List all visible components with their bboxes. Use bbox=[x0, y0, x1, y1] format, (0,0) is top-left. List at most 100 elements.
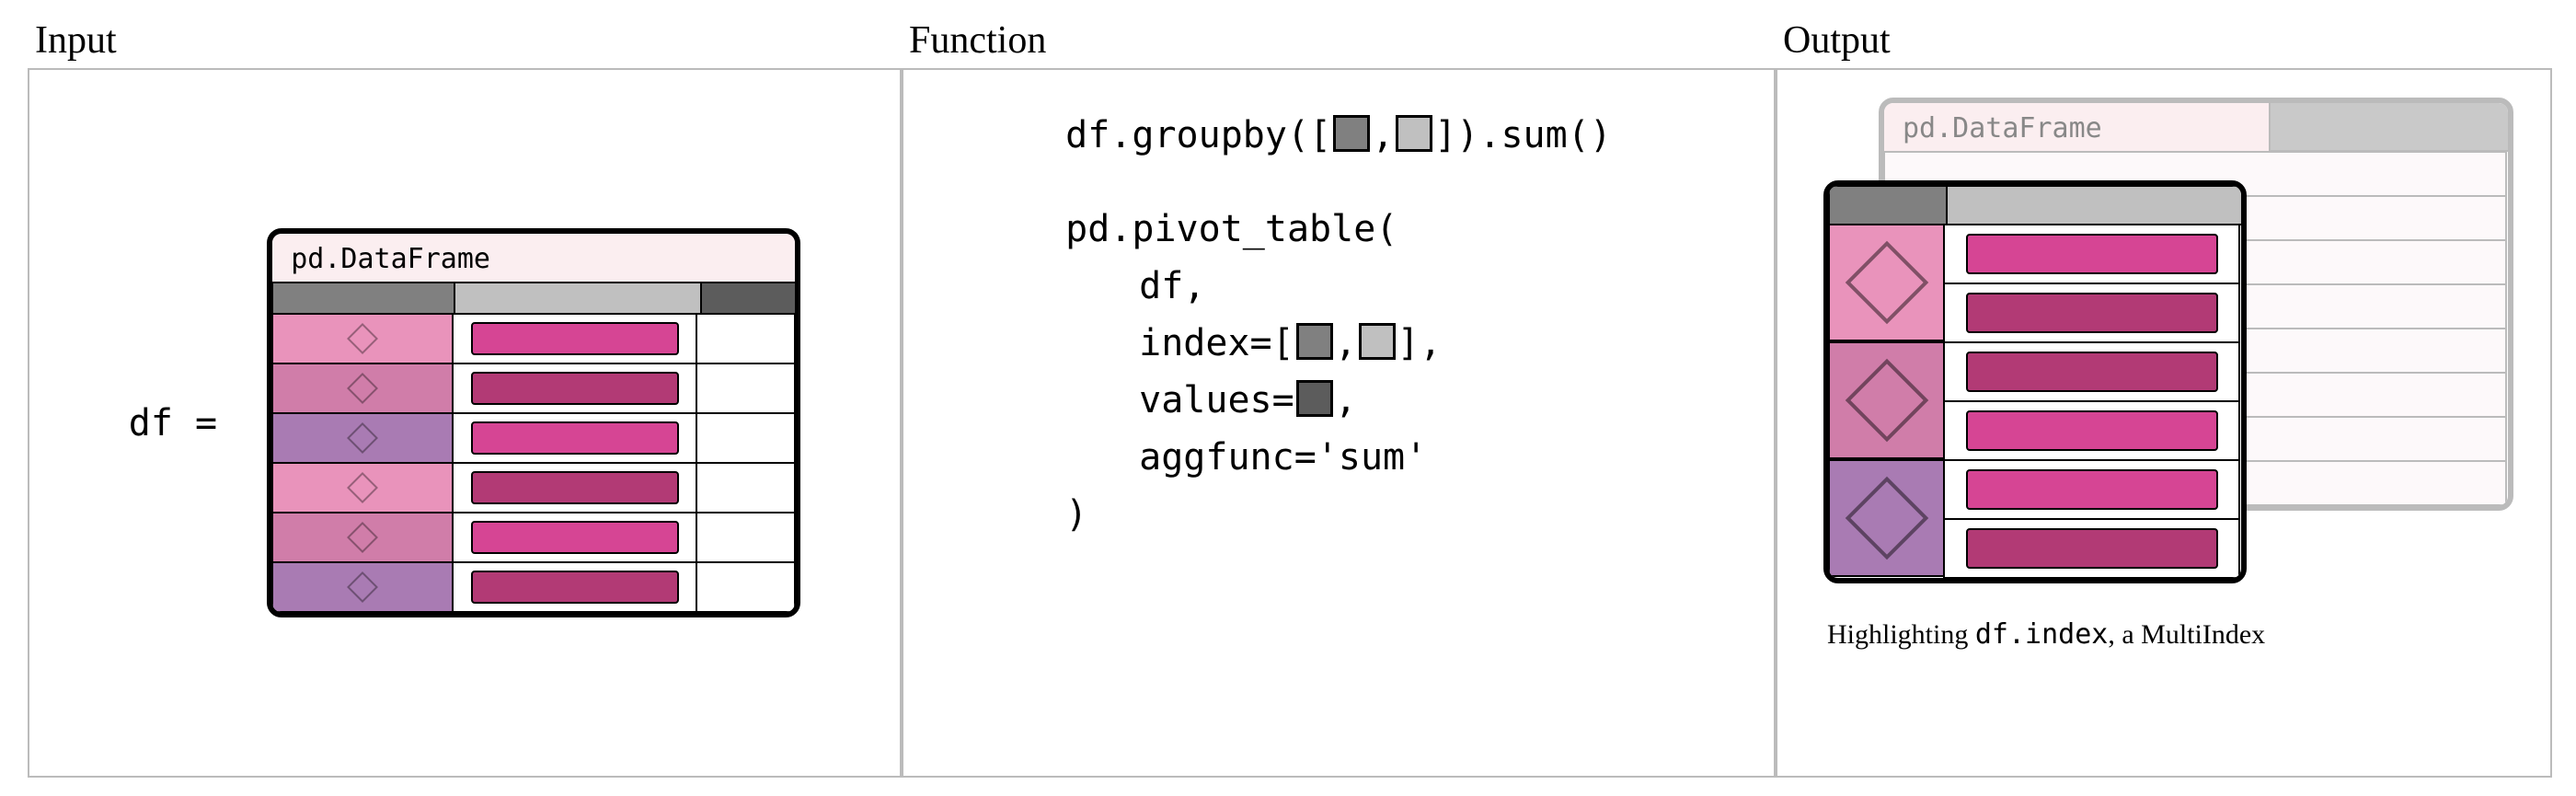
value-chip bbox=[1966, 293, 2218, 332]
column-placeholder-icon bbox=[1359, 323, 1396, 360]
row-extra-cell bbox=[696, 512, 796, 563]
function-panel: Function df.groupby([ , ]).sum() pd.pivo… bbox=[902, 18, 1776, 778]
table-row bbox=[272, 562, 795, 612]
diagram-container: Input df = pd.DataFrame bbox=[28, 18, 2548, 778]
column-header-2 bbox=[700, 282, 800, 315]
code-text: df, bbox=[1139, 258, 1205, 315]
output-panel: Output pd.DataFrame bbox=[1776, 18, 2552, 778]
row-extra-cell bbox=[696, 462, 796, 513]
value-chip bbox=[471, 372, 679, 405]
code-text: index=[ bbox=[1139, 315, 1294, 372]
table-row bbox=[272, 463, 795, 513]
multiindex-value-cell bbox=[1943, 518, 2240, 579]
caption-pre: Highlighting bbox=[1827, 619, 1975, 650]
multiindex-group-cell bbox=[1828, 459, 1945, 577]
multiindex-value-cell bbox=[1943, 283, 2240, 343]
column-placeholder-icon bbox=[1296, 323, 1333, 360]
value-chip bbox=[471, 471, 679, 504]
row-value-cell bbox=[452, 561, 697, 613]
code-text: , bbox=[1335, 315, 1357, 372]
pivot-line-4: values= , bbox=[1065, 372, 1612, 429]
code-text: values= bbox=[1139, 372, 1294, 429]
diamond-icon bbox=[347, 323, 378, 354]
multiindex-value-cell bbox=[1943, 224, 2240, 284]
function-panel-title: Function bbox=[902, 18, 1776, 68]
value-chip bbox=[1966, 528, 2218, 568]
input-dataframe-rows bbox=[272, 314, 795, 612]
diamond-icon bbox=[1845, 477, 1928, 560]
pivot-line-3: index=[ , ], bbox=[1065, 315, 1612, 372]
input-dataframe-label: pd.DataFrame bbox=[272, 234, 795, 283]
value-chip bbox=[1966, 234, 2218, 273]
row-value-cell bbox=[452, 412, 697, 464]
code-text: ) bbox=[1065, 486, 1087, 543]
faded-column-header bbox=[2269, 103, 2508, 152]
diamond-icon bbox=[347, 571, 378, 603]
row-value-cell bbox=[452, 462, 697, 513]
column-header-1 bbox=[454, 282, 702, 315]
value-chip bbox=[471, 571, 679, 604]
multiindex-group-cell bbox=[1828, 341, 1945, 459]
row-extra-cell bbox=[696, 313, 796, 364]
df-assignment-label: df = bbox=[129, 402, 239, 444]
pivot-line-1: pd.pivot_table( bbox=[1065, 201, 1612, 258]
row-index-cell bbox=[271, 412, 454, 464]
value-chip bbox=[1966, 469, 2218, 509]
column-placeholder-icon bbox=[1333, 115, 1370, 152]
multiindex-value-cell bbox=[1943, 400, 2240, 461]
code-text: , bbox=[1372, 107, 1394, 164]
value-chip bbox=[1966, 352, 2218, 391]
input-dataframe: pd.DataFrame bbox=[267, 228, 800, 617]
row-value-cell bbox=[452, 313, 697, 364]
value-chip bbox=[471, 322, 679, 355]
row-index-cell bbox=[271, 561, 454, 613]
row-index-cell bbox=[271, 313, 454, 364]
input-panel: Input df = pd.DataFrame bbox=[28, 18, 902, 778]
input-panel-title: Input bbox=[28, 18, 902, 68]
value-chip bbox=[471, 421, 679, 455]
caption-post: , a MultiIndex bbox=[2108, 619, 2265, 650]
code-text: df.groupby([ bbox=[1065, 107, 1331, 164]
code-text: ], bbox=[1397, 315, 1442, 372]
row-value-cell bbox=[452, 363, 697, 414]
multiindex-header-0 bbox=[1828, 185, 1948, 225]
table-row bbox=[272, 413, 795, 463]
row-index-cell bbox=[271, 363, 454, 414]
column-header-0 bbox=[271, 282, 455, 315]
diamond-icon bbox=[1845, 241, 1928, 325]
row-extra-cell bbox=[696, 363, 796, 414]
output-multiindex-highlight bbox=[1823, 180, 2247, 583]
diamond-icon bbox=[347, 422, 378, 454]
row-index-cell bbox=[271, 462, 454, 513]
row-value-cell bbox=[452, 512, 697, 563]
column-placeholder-icon bbox=[1396, 115, 1432, 152]
pivot-line-2: df, bbox=[1065, 258, 1612, 315]
column-placeholder-icon bbox=[1296, 380, 1333, 417]
multiindex-header-1 bbox=[1946, 185, 2247, 225]
code-text: aggfunc='sum' bbox=[1139, 429, 1427, 486]
multiindex-value-cell bbox=[1943, 341, 2240, 402]
groupby-line: df.groupby([ , ]).sum() bbox=[1065, 107, 1612, 164]
code-text: ]).sum() bbox=[1434, 107, 1612, 164]
function-code-block: df.groupby([ , ]).sum() pd.pivot_table( … bbox=[1065, 107, 1612, 543]
multiindex-group-cell bbox=[1828, 224, 1945, 341]
input-dataframe-columns bbox=[272, 283, 795, 314]
row-index-cell bbox=[271, 512, 454, 563]
value-chip bbox=[1966, 410, 2218, 450]
diamond-icon bbox=[347, 472, 378, 503]
value-chip bbox=[471, 521, 679, 554]
caption-code: df.index bbox=[1975, 618, 2109, 651]
pivot-line-6: ) bbox=[1065, 486, 1612, 543]
output-dataframe-label: pd.DataFrame bbox=[1884, 103, 2269, 152]
code-text: pd.pivot_table( bbox=[1065, 201, 1397, 258]
diamond-icon bbox=[347, 522, 378, 553]
output-caption: Highlighting df.index, a MultiIndex bbox=[1823, 618, 2265, 651]
output-panel-title: Output bbox=[1776, 18, 2552, 68]
table-row bbox=[272, 314, 795, 363]
output-diagram: pd.DataFrame bbox=[1823, 98, 2523, 613]
multiindex-value-cell bbox=[1943, 459, 2240, 520]
code-text: , bbox=[1335, 372, 1357, 429]
diamond-icon bbox=[1845, 359, 1928, 443]
row-extra-cell bbox=[696, 412, 796, 464]
table-row bbox=[272, 363, 795, 413]
